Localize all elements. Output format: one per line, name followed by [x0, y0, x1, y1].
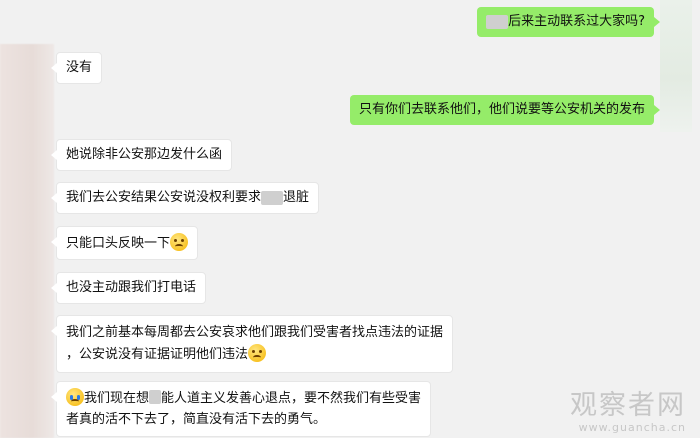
grimace-emoji-icon — [248, 344, 267, 362]
message-text: 她说除非公安那边发什么函 — [66, 147, 223, 162]
message-text: 只能口头反映一下 — [66, 236, 171, 251]
message-incoming[interactable]: 她说除非公安那边发什么函 — [50, 139, 233, 171]
contact-avatar-blurred[interactable] — [0, 44, 54, 438]
message-text: 退脏 — [283, 190, 310, 205]
site-watermark: 观察者网 www.guancha.cn — [570, 390, 686, 435]
message-incoming[interactable]: 我们之前基本每周都去公安哀求他们跟我们受害者找点违法的证据 ，公安说没有证据证明… — [50, 315, 454, 373]
redacted-name: 某某 — [486, 15, 509, 29]
message-text: 后来主动联系过大家吗? — [508, 14, 645, 29]
message-text: 能人道主义发善心退点，要不然我们有些受害 — [161, 391, 422, 406]
message-outgoing[interactable]: 只有你们去联系他们，他们说要等公安机关的发布 — [349, 95, 661, 125]
message-text: 只有你们去联系他们，他们说要等公安机关的发布 — [358, 102, 645, 117]
message-text: 我们现在想 — [84, 391, 150, 406]
crying-emoji-icon — [66, 388, 84, 406]
message-outgoing[interactable]: 某某后来主动联系过大家吗? — [477, 7, 660, 37]
self-avatar-blurred[interactable] — [660, 0, 692, 132]
message-text: 也没主动跟我们打电话 — [66, 280, 197, 295]
message-incoming[interactable]: 也没主动跟我们打电话 — [50, 272, 207, 304]
message-text: 者真的活不下去了，简直没有活下去的勇气。 — [66, 412, 327, 427]
message-incoming[interactable]: 没有 — [50, 52, 103, 84]
message-text: 我们去公安结果公安说没权利要求 — [66, 190, 262, 205]
message-incoming[interactable]: 我们现在想某某能人道主义发善心退点，要不然我们有些受害 者真的活不下去了，简直没… — [50, 381, 432, 437]
grimace-emoji-icon — [170, 233, 189, 251]
message-text: 我们之前基本每周都去公安哀求他们跟我们受害者找点违法的证据 — [66, 325, 444, 340]
message-incoming[interactable]: 只能口头反映一下 — [50, 226, 199, 260]
message-text: 没有 — [66, 60, 93, 75]
redacted-name: 某某 — [149, 390, 162, 404]
message-incoming[interactable]: 我们去公安结果公安说没权利要求某某退脏 — [50, 182, 320, 214]
message-text: ，公安说没有证据证明他们违法 — [66, 347, 249, 362]
watermark-logo-text: 观察者网 — [570, 390, 686, 421]
watermark-url: www.guancha.cn — [578, 421, 686, 434]
redacted-name: 某某 — [261, 191, 284, 205]
